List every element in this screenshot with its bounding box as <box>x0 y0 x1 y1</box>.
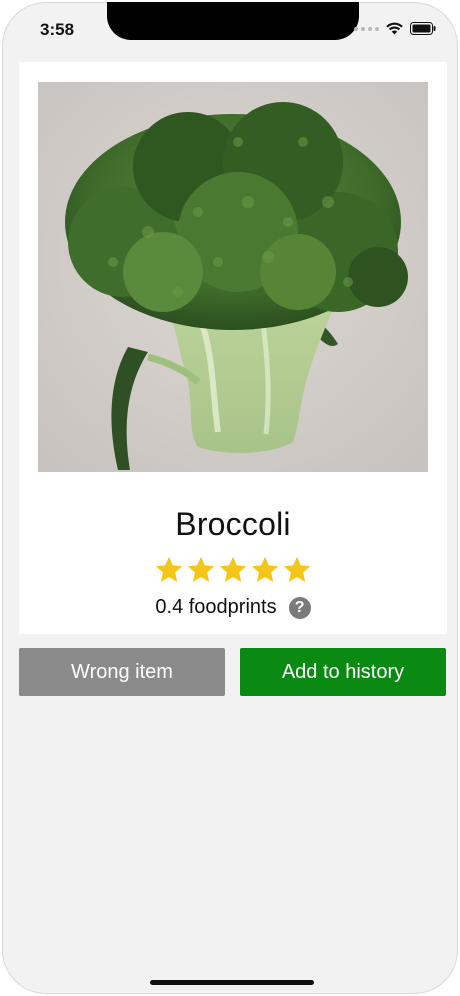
result-card: Broccoli 0.4 foodprints ? <box>19 62 447 634</box>
star-rating <box>19 555 447 585</box>
wrong-item-button[interactable]: Wrong item <box>19 648 225 696</box>
cellular-signal-icon <box>354 26 379 31</box>
item-name: Broccoli <box>175 506 291 542</box>
add-to-history-button[interactable]: Add to history <box>240 648 446 696</box>
app-screen: 3:58 Broccoli 0.4 foodprints ? Wrong ite… <box>2 2 458 994</box>
status-icons <box>354 22 436 35</box>
star-icon <box>187 556 215 582</box>
help-icon[interactable]: ? <box>288 596 311 619</box>
device-notch <box>107 2 359 40</box>
home-indicator[interactable] <box>150 980 314 985</box>
foodprints-value: 0.4 foodprints <box>155 596 277 618</box>
star-icon <box>283 556 311 582</box>
star-icon <box>251 556 279 582</box>
wifi-icon <box>386 22 403 35</box>
star-icon <box>155 556 183 582</box>
broccoli-photo <box>38 82 428 472</box>
battery-icon <box>410 22 436 35</box>
foodprints-row: 0.4 foodprints ? <box>19 596 447 619</box>
star-icon <box>219 556 247 582</box>
status-time: 3:58 <box>40 20 75 39</box>
